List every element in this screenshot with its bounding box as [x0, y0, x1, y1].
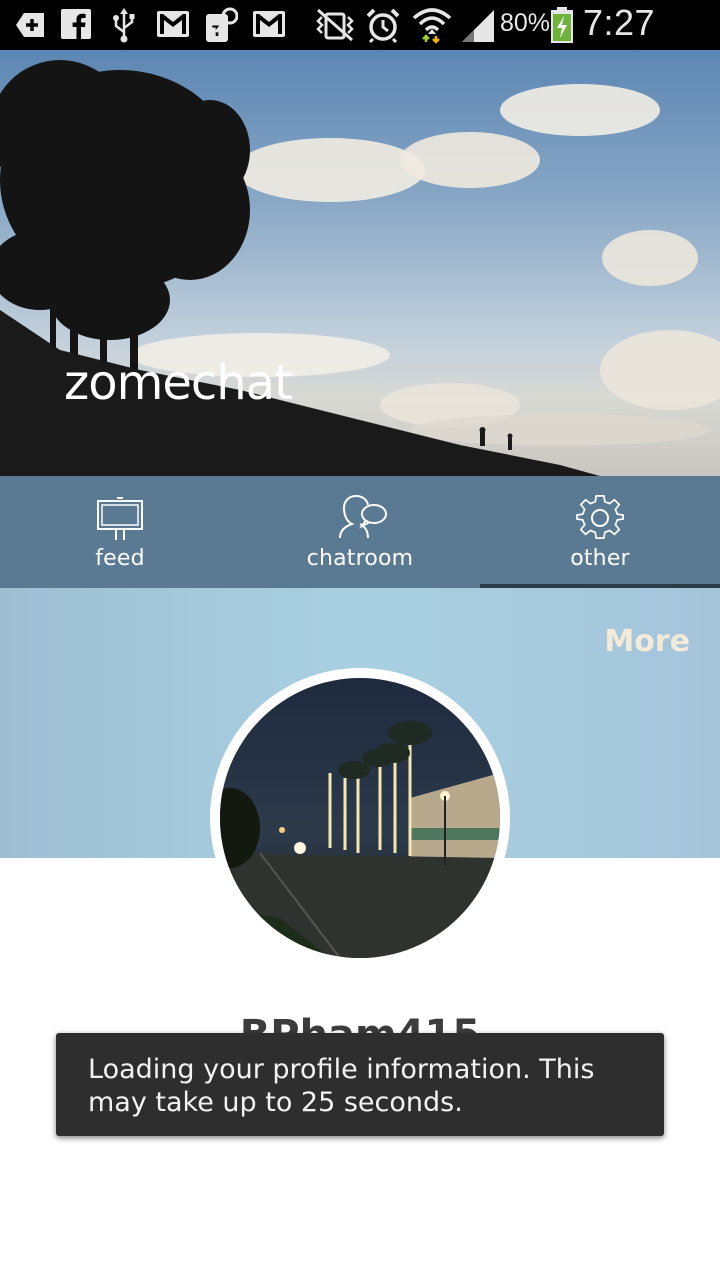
app-logo: zomechat: [64, 355, 293, 411]
tab-other-label: other: [570, 546, 630, 571]
avatar-photo: [220, 678, 500, 958]
wifi-icon: [412, 8, 452, 44]
status-bar: T 80% 7:27 PM: [0, 0, 720, 85]
avatar[interactable]: [210, 668, 510, 968]
tab-chatroom-label: chatroom: [306, 546, 414, 571]
loading-toast: Loading your profile information. This m…: [56, 1033, 664, 1136]
tab-bar: feed chatroom other: [0, 476, 720, 588]
banner-photo: [0, 60, 720, 476]
signboard-icon: [97, 497, 143, 540]
battery-charging-icon: [551, 7, 573, 43]
tmobile-icon: T: [206, 7, 238, 42]
gmail-icon: [157, 11, 189, 37]
people-chat-icon: [339, 494, 387, 539]
usb-icon: [113, 8, 135, 43]
alarm-icon: [366, 8, 400, 44]
facebook-icon: [61, 9, 91, 40]
header-banner: zomechat: [0, 50, 720, 476]
add-notification-icon: [16, 13, 44, 37]
tab-feed[interactable]: feed: [0, 476, 240, 588]
battery-percent: 80%: [500, 9, 551, 37]
tab-chatroom[interactable]: chatroom: [240, 476, 480, 588]
tab-other[interactable]: other: [480, 476, 720, 588]
signal-icon: [462, 10, 494, 42]
tab-feed-label: feed: [95, 546, 145, 571]
more-button[interactable]: More: [604, 624, 690, 659]
gmail-icon: [253, 11, 285, 37]
vibrate-icon: [316, 8, 354, 42]
gear-icon: [576, 495, 624, 540]
